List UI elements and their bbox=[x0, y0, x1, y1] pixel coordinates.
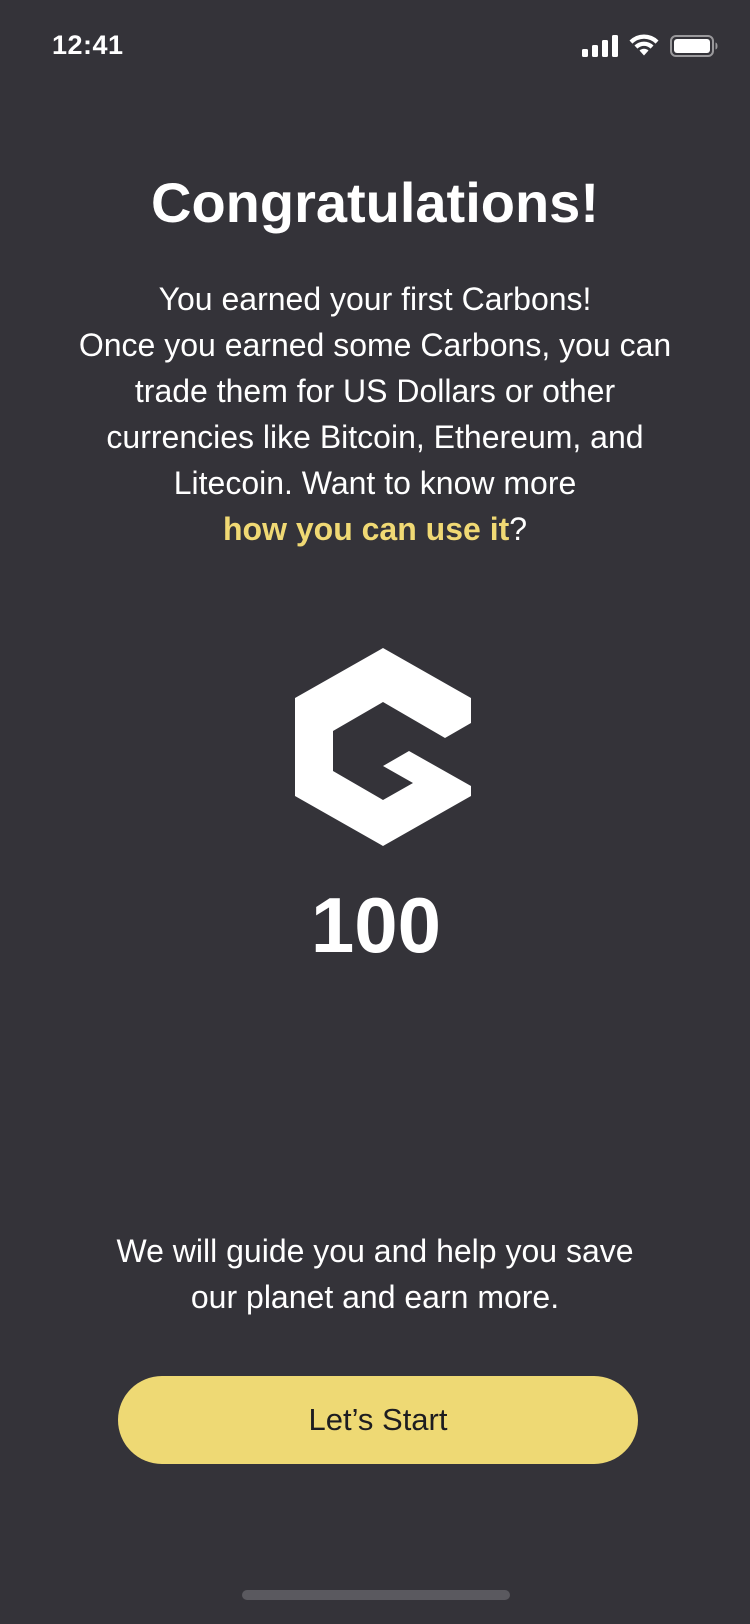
link-suffix: ? bbox=[509, 511, 528, 547]
carbon-amount: 100 bbox=[310, 881, 442, 969]
description-line: currencies like Bitcoin, Ethereum, and bbox=[106, 419, 644, 455]
description-text: You earned your first Carbons! Once you … bbox=[30, 276, 720, 552]
status-icons bbox=[582, 34, 718, 62]
lets-start-button[interactable]: Let’s Start bbox=[118, 1376, 638, 1464]
guide-line: We will guide you and help you save bbox=[116, 1233, 634, 1269]
how-to-use-link[interactable]: how you can use it bbox=[223, 511, 509, 547]
description-line: Litecoin. Want to know more bbox=[173, 465, 577, 501]
description-line: Once you earned some Carbons, you can bbox=[78, 327, 672, 363]
cellular-signal-icon bbox=[582, 34, 618, 62]
battery-icon bbox=[670, 34, 718, 62]
description-line: trade them for US Dollars or other bbox=[134, 373, 616, 409]
page-title: Congratulations! bbox=[151, 171, 599, 234]
status-bar: 12:41 bbox=[0, 0, 750, 96]
description-line: You earned your first Carbons! bbox=[158, 281, 592, 317]
guide-line: our planet and earn more. bbox=[190, 1279, 560, 1315]
guide-text: We will guide you and help you save our … bbox=[40, 1228, 710, 1320]
wifi-icon bbox=[628, 34, 660, 62]
home-indicator[interactable] bbox=[242, 1590, 510, 1600]
carbon-logo-icon bbox=[295, 648, 471, 846]
description-link-line: how you can use it? bbox=[30, 506, 720, 552]
status-time: 12:41 bbox=[52, 30, 124, 60]
